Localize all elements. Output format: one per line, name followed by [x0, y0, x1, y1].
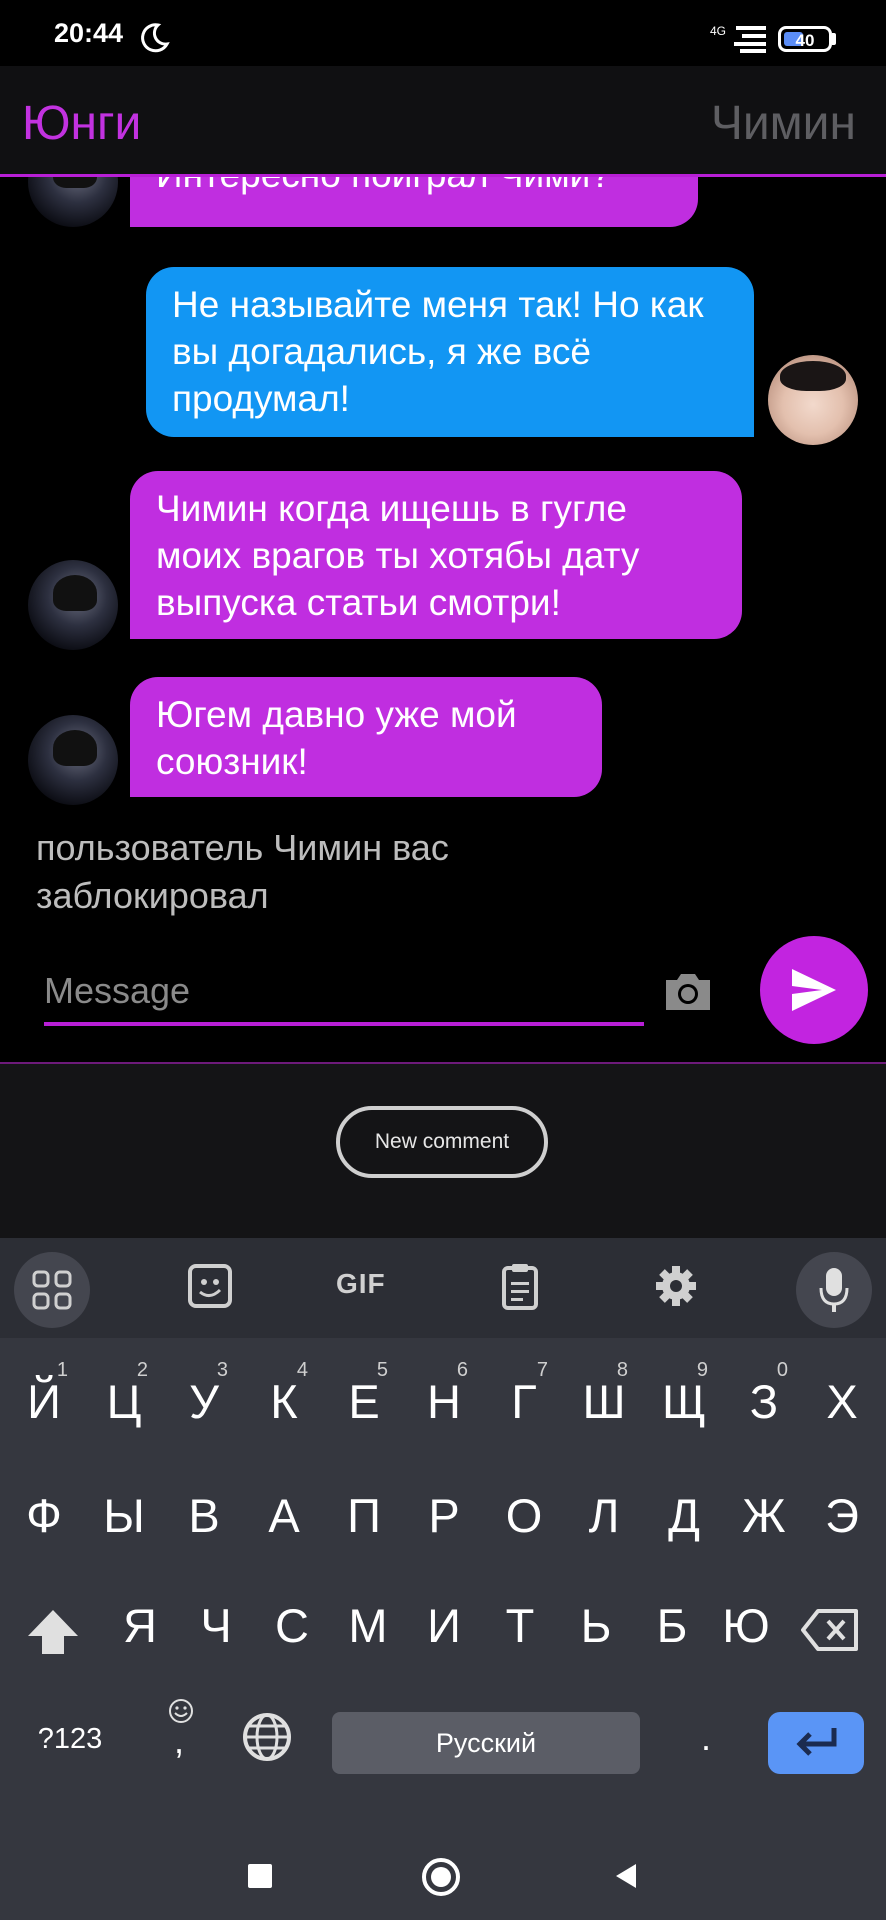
microphone-button[interactable] [796, 1252, 872, 1328]
key[interactable]: Й1 [4, 1354, 84, 1450]
home-button[interactable] [422, 1858, 460, 1896]
key[interactable]: Д [644, 1468, 724, 1564]
gif-button[interactable]: GIF [336, 1268, 386, 1300]
message-bubble[interactable]: Чимин когда ищешь в гугле моих врагов ты… [130, 471, 742, 639]
key[interactable]: Э [802, 1468, 882, 1564]
apps-grid-icon [32, 1270, 72, 1310]
new-comment-button[interactable]: New comment [336, 1106, 548, 1178]
key[interactable]: Л [564, 1468, 644, 1564]
key[interactable]: П [324, 1468, 404, 1564]
shift-key-icon[interactable] [26, 1608, 80, 1656]
key[interactable]: Р [404, 1468, 484, 1564]
send-button[interactable] [760, 936, 868, 1044]
key[interactable]: Я [100, 1578, 180, 1674]
period-key[interactable]: . [686, 1708, 726, 1768]
back-button[interactable] [612, 1862, 640, 1890]
key[interactable]: И [404, 1578, 484, 1674]
signal-icon [734, 26, 766, 53]
key[interactable]: Т [480, 1578, 560, 1674]
key[interactable]: Ш8 [564, 1354, 644, 1450]
emoji-comma-key[interactable]: , [156, 1698, 206, 1778]
network-type-label: 4G [710, 24, 727, 38]
key[interactable]: Г7 [484, 1354, 564, 1450]
key[interactable]: Ц2 [84, 1354, 164, 1450]
clipboard-icon[interactable] [492, 1258, 548, 1314]
key[interactable]: Ч [176, 1578, 256, 1674]
key[interactable]: Ь [556, 1578, 636, 1674]
backspace-key-icon[interactable] [800, 1608, 860, 1652]
battery-icon: 40 [778, 26, 832, 52]
send-icon [792, 969, 836, 1011]
key[interactable]: З0 [724, 1354, 804, 1450]
settings-icon[interactable] [648, 1258, 704, 1314]
blocked-notice: пользователь Чимин вас заблокировал [36, 827, 449, 916]
navigation-bar [0, 1820, 886, 1920]
key[interactable]: Е5 [324, 1354, 404, 1450]
message-input[interactable] [44, 966, 644, 1016]
key[interactable]: М [328, 1578, 408, 1674]
message-input-underline [44, 1022, 644, 1026]
enter-key[interactable] [768, 1712, 864, 1774]
key[interactable]: Щ9 [644, 1354, 724, 1450]
chat-header: Юнги Чимин [0, 66, 886, 177]
key[interactable]: Ж [724, 1468, 804, 1564]
key[interactable]: Б [632, 1578, 712, 1674]
battery-percent: 40 [795, 31, 815, 50]
microphone-icon [819, 1268, 849, 1312]
message-bubble[interactable]: Не называйте меня так! Но как вы догадал… [146, 267, 754, 437]
enter-icon [796, 1728, 837, 1756]
key[interactable]: В [164, 1468, 244, 1564]
do-not-disturb-moon-icon [141, 23, 170, 53]
avatar-yoongi[interactable] [28, 560, 118, 650]
battery-tip [832, 33, 836, 45]
keyboard-toolbar: GIF [0, 1238, 886, 1338]
message-list: Интересно поиграл Чими? Не называйте мен… [0, 177, 886, 937]
message-text: Не называйте меня так! Но как вы догадал… [172, 284, 704, 419]
key[interactable]: Н6 [404, 1354, 484, 1450]
message-bubble[interactable]: Югем давно уже мой союзник! [130, 677, 602, 797]
key[interactable]: Ы [84, 1468, 164, 1564]
key[interactable]: К4 [244, 1354, 324, 1450]
sender-name-left[interactable]: Юнги [22, 96, 141, 151]
symbols-key[interactable]: ?123 [18, 1704, 122, 1774]
key[interactable]: А [244, 1468, 324, 1564]
key[interactable]: Ф [4, 1468, 84, 1564]
globe-icon[interactable] [240, 1710, 294, 1764]
status-time: 20:44 [54, 18, 124, 48]
avatar-jimin[interactable] [768, 355, 858, 445]
avatar-yoongi[interactable] [28, 715, 118, 805]
comma-label: , [174, 1720, 185, 1761]
message-text: Интересно поиграл Чими? [156, 177, 611, 195]
message-text: Чимин когда ищешь в гугле моих врагов ты… [156, 488, 640, 623]
avatar-yoongi[interactable] [28, 177, 118, 227]
key[interactable]: Х [802, 1354, 882, 1450]
sender-name-right[interactable]: Чимин [711, 96, 856, 151]
key[interactable]: У3 [164, 1354, 244, 1450]
apps-grid-button[interactable] [14, 1252, 90, 1328]
status-bar: 20:44 4G 40 [0, 0, 886, 66]
sticker-icon[interactable] [182, 1258, 238, 1314]
key[interactable]: С [252, 1578, 332, 1674]
key[interactable]: О [484, 1468, 564, 1564]
keyboard: GIF Й1 Ц2 У3 К4 Е5 Н6 Г7 Ш8 Щ9 З0 Х Ф Ы … [0, 1238, 886, 1920]
space-key[interactable]: Русский [332, 1712, 640, 1774]
message-text: Югем давно уже мой союзник! [156, 694, 517, 782]
recents-button[interactable] [248, 1864, 272, 1888]
key[interactable]: Ю [706, 1578, 786, 1674]
message-bubble[interactable]: Интересно поиграл Чими? [130, 177, 698, 227]
camera-icon[interactable] [662, 972, 714, 1012]
